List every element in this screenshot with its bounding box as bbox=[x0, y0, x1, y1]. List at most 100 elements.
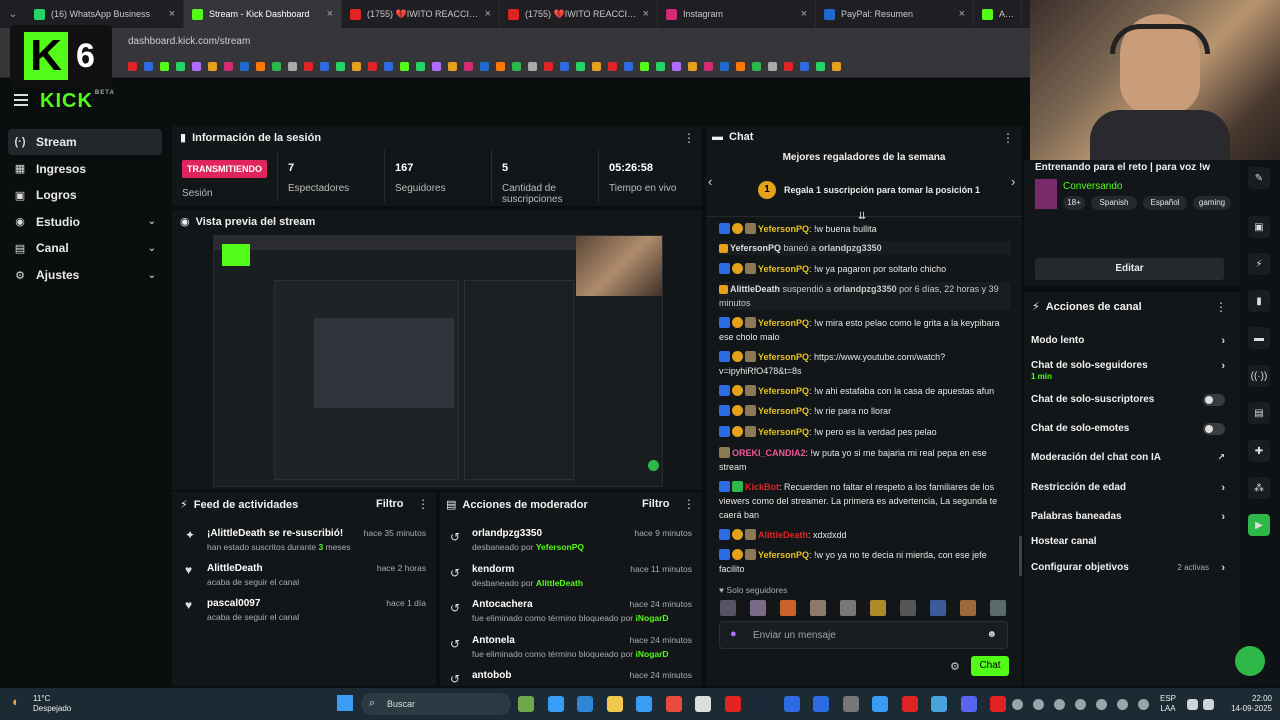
mod-options-icon[interactable]: ⋮ bbox=[683, 497, 695, 511]
mod-moderator-name[interactable]: iNogarD bbox=[636, 649, 669, 659]
chat-username[interactable]: AlittleDeath bbox=[730, 284, 780, 294]
chat-username[interactable]: KickBot bbox=[745, 482, 779, 492]
bookmark-favicon-icon[interactable] bbox=[304, 62, 313, 71]
toggle-switch[interactable] bbox=[1203, 394, 1225, 406]
session-options-icon[interactable]: ⋮ bbox=[683, 131, 695, 145]
system-tray-status-icon[interactable] bbox=[1187, 699, 1198, 710]
mod-filter-button[interactable]: Filtro bbox=[642, 498, 670, 510]
channel-action-2[interactable]: Chat de solo-suscriptores bbox=[1031, 394, 1225, 408]
stream-category[interactable]: Conversando bbox=[1063, 181, 1122, 192]
play-icon[interactable]: ▶ bbox=[1248, 514, 1270, 536]
clipboard-icon[interactable]: ▮ bbox=[1248, 290, 1270, 312]
sidebar-item-ingresos[interactable]: ▦ Ingresos bbox=[8, 156, 162, 182]
bookmark-favicon-icon[interactable] bbox=[800, 62, 809, 71]
bookmark-favicon-icon[interactable] bbox=[688, 62, 697, 71]
chat-input[interactable]: ● Enviar un mensaje ☻ bbox=[719, 621, 1008, 649]
tab-close-icon[interactable]: × bbox=[643, 8, 649, 20]
chat-username[interactable]: AlittleDeath bbox=[758, 530, 808, 540]
bookmark-favicon-icon[interactable] bbox=[576, 62, 585, 71]
bookmark-favicon-icon[interactable] bbox=[704, 62, 713, 71]
tab-list-dropdown-icon[interactable]: ⌄ bbox=[0, 9, 26, 20]
mod-target-user[interactable]: Antonela bbox=[472, 635, 515, 646]
taskbar-app-icon[interactable] bbox=[665, 696, 682, 712]
channel-action-7[interactable]: Hostear canal bbox=[1031, 536, 1225, 550]
bookmark-favicon-icon[interactable] bbox=[272, 62, 281, 71]
tray-icon[interactable] bbox=[1138, 699, 1149, 710]
taskbar-app-icon[interactable] bbox=[960, 696, 977, 712]
chevron-down-icon[interactable]: ⌄ bbox=[148, 270, 156, 281]
taskbar-app-icon[interactable] bbox=[606, 696, 623, 712]
feed-options-icon[interactable]: ⋮ bbox=[417, 497, 429, 511]
tab-close-icon[interactable]: × bbox=[485, 8, 491, 20]
mod-moderator-name[interactable]: iNogarD bbox=[636, 613, 669, 623]
chat-popout-icon[interactable]: ▬ bbox=[1248, 327, 1270, 349]
pin-icon[interactable]: ⇊ bbox=[858, 211, 866, 222]
emote-thumbnail[interactable] bbox=[900, 600, 916, 616]
stream-tag[interactable]: gaming bbox=[1193, 196, 1231, 210]
taskbar-app-icon[interactable] bbox=[577, 696, 593, 712]
chat-username[interactable]: OREKI_CANDIA2 bbox=[732, 448, 806, 458]
browser-tab[interactable]: PayPal: Resumen × bbox=[816, 0, 974, 28]
sidebar-item-ajustes[interactable]: ⚙ Ajustes ⌄ bbox=[8, 262, 162, 288]
tools-icon[interactable]: ✚ bbox=[1248, 440, 1270, 462]
taskbar-app-icon[interactable] bbox=[813, 696, 829, 712]
taskbar-app-icon[interactable] bbox=[547, 696, 564, 712]
sidebar-item-logros[interactable]: ▣ Logros bbox=[8, 182, 162, 208]
mod-moderator-name[interactable]: AlittleDeath bbox=[536, 578, 583, 588]
chevron-right-icon[interactable]: › bbox=[1221, 335, 1225, 347]
feed-filter-button[interactable]: Filtro bbox=[376, 498, 404, 510]
sidebar-item-stream[interactable]: (·) Stream bbox=[8, 129, 162, 155]
broadcast-icon[interactable]: ((·)) bbox=[1248, 365, 1270, 387]
emote-thumbnail[interactable] bbox=[840, 600, 856, 616]
bookmark-favicon-icon[interactable] bbox=[752, 62, 761, 71]
taskbar-app-icon[interactable] bbox=[842, 696, 859, 712]
language-indicator[interactable]: ESP LAA bbox=[1160, 694, 1176, 714]
chevron-right-icon[interactable]: › bbox=[1221, 360, 1225, 372]
screenshot-icon[interactable]: ▣ bbox=[1248, 216, 1270, 238]
bookmark-favicon-icon[interactable] bbox=[384, 62, 393, 71]
bookmark-favicon-icon[interactable] bbox=[480, 62, 489, 71]
external-link-icon[interactable]: ↗ bbox=[1217, 452, 1225, 463]
bookmark-favicon-icon[interactable] bbox=[560, 62, 569, 71]
bookmark-favicon-icon[interactable] bbox=[832, 62, 841, 71]
toggle-switch[interactable] bbox=[1203, 423, 1225, 435]
emote-thumbnail[interactable] bbox=[780, 600, 796, 616]
chat-username[interactable]: YefersonPQ bbox=[758, 224, 809, 234]
gifters-next-icon[interactable]: › bbox=[1011, 174, 1015, 189]
chevron-down-icon[interactable]: ⌄ bbox=[148, 243, 156, 254]
bookmark-favicon-icon[interactable] bbox=[720, 62, 729, 71]
send-chat-button[interactable]: Chat bbox=[971, 656, 1009, 676]
weather-widget[interactable]: 11°C Despejado bbox=[33, 694, 71, 714]
bookmark-favicon-icon[interactable] bbox=[608, 62, 617, 71]
chat-username[interactable]: YefersonPQ bbox=[758, 264, 809, 274]
mod-moderator-name[interactable]: YefersonPQ bbox=[536, 542, 584, 552]
bookmark-favicon-icon[interactable] bbox=[592, 62, 601, 71]
emote-thumbnail[interactable] bbox=[990, 600, 1006, 616]
bookmark-favicon-icon[interactable] bbox=[784, 62, 793, 71]
bookmark-favicon-icon[interactable] bbox=[336, 62, 345, 71]
bookmark-favicon-icon[interactable] bbox=[240, 62, 249, 71]
sidebar-item-canal[interactable]: ▤ Canal ⌄ bbox=[8, 235, 162, 261]
bookmark-favicon-icon[interactable] bbox=[128, 62, 137, 71]
bookmark-favicon-icon[interactable] bbox=[768, 62, 777, 71]
support-chat-icon[interactable] bbox=[1235, 646, 1265, 676]
emote-thumbnail[interactable] bbox=[960, 600, 976, 616]
gifters-prev-icon[interactable]: ‹ bbox=[708, 174, 712, 189]
bookmark-favicon-icon[interactable] bbox=[528, 62, 537, 71]
mod-target-user[interactable]: kendorm bbox=[472, 564, 514, 575]
chat-username[interactable]: YefersonPQ bbox=[758, 427, 809, 437]
bookmark-favicon-icon[interactable] bbox=[432, 62, 441, 71]
stream-tag[interactable]: 18+ bbox=[1063, 196, 1085, 210]
emote-thumbnail[interactable] bbox=[720, 600, 736, 616]
mod-target-user[interactable]: Antocachera bbox=[472, 599, 533, 610]
channel-action-8[interactable]: Configurar objetivos 2 activas › bbox=[1031, 562, 1225, 576]
taskbar-app-icon[interactable] bbox=[872, 696, 888, 712]
system-tray-status-icon[interactable] bbox=[1203, 699, 1214, 710]
bookmark-favicon-icon[interactable] bbox=[816, 62, 825, 71]
taskbar-clock[interactable]: 22:00 14-09-2025 bbox=[1222, 694, 1272, 714]
bookmark-favicon-icon[interactable] bbox=[656, 62, 665, 71]
tray-icon[interactable] bbox=[1012, 699, 1023, 710]
bookmark-favicon-icon[interactable] bbox=[176, 62, 185, 71]
stream-preview-video[interactable] bbox=[213, 235, 663, 487]
chat-username[interactable]: YefersonPQ bbox=[758, 386, 809, 396]
